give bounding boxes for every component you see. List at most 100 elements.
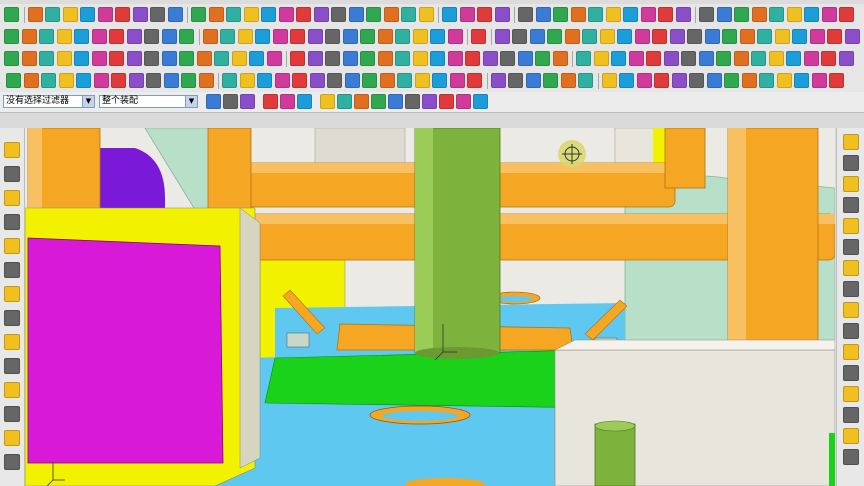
toolbar-tool-icon[interactable] xyxy=(202,29,218,44)
toolbar-tool-icon[interactable] xyxy=(4,7,19,22)
toolbar-tool-icon[interactable] xyxy=(331,7,346,22)
toolbar-tool-icon[interactable] xyxy=(243,7,259,22)
toolbar-tool-icon[interactable] xyxy=(681,51,696,66)
resource-bar-icon[interactable] xyxy=(4,286,20,302)
selection-tool-icon[interactable] xyxy=(240,94,255,109)
toolbar-tool-icon[interactable] xyxy=(21,51,37,66)
toolbar-tool-icon[interactable] xyxy=(547,29,562,44)
toolbar-tool-icon[interactable] xyxy=(827,29,842,44)
toolbar-tool-icon[interactable] xyxy=(272,29,288,44)
resource-bar-icon[interactable] xyxy=(4,214,20,230)
toolbar-tool-icon[interactable] xyxy=(623,7,638,22)
toolbar-tool-icon[interactable] xyxy=(774,29,790,44)
toolbar-tool-icon[interactable] xyxy=(640,7,656,22)
toolbar-tool-icon[interactable] xyxy=(418,7,434,22)
resource-bar-icon[interactable] xyxy=(4,238,20,254)
toolbar-tool-icon[interactable] xyxy=(619,73,634,88)
resource-bar-icon[interactable] xyxy=(843,239,859,255)
selection-tool-icon[interactable] xyxy=(223,94,238,109)
toolbar-tool-icon[interactable] xyxy=(163,73,179,88)
resource-bar-icon[interactable] xyxy=(4,190,20,206)
toolbar-tool-icon[interactable] xyxy=(58,73,74,88)
resource-bar-icon[interactable] xyxy=(843,407,859,423)
toolbar-tool-icon[interactable] xyxy=(576,51,591,66)
toolbar-tool-icon[interactable] xyxy=(296,7,311,22)
toolbar-tool-icon[interactable] xyxy=(786,7,802,22)
toolbar-tool-icon[interactable] xyxy=(395,29,410,44)
toolbar-tool-icon[interactable] xyxy=(76,73,91,88)
toolbar-tool-icon[interactable] xyxy=(146,73,161,88)
toolbar-tool-icon[interactable] xyxy=(362,73,377,88)
toolbar-tool-icon[interactable] xyxy=(412,29,428,44)
resource-bar-icon[interactable] xyxy=(843,302,859,318)
selection-tool-icon[interactable] xyxy=(473,94,488,109)
toolbar-tool-icon[interactable] xyxy=(517,51,533,66)
toolbar-tool-icon[interactable] xyxy=(6,73,21,88)
toolbar-tool-icon[interactable] xyxy=(274,73,290,88)
resource-bar-icon[interactable] xyxy=(4,166,20,182)
toolbar-tool-icon[interactable] xyxy=(601,73,617,88)
selection-tool-icon[interactable] xyxy=(371,94,386,109)
toolbar-tool-icon[interactable] xyxy=(704,29,720,44)
toolbar-tool-icon[interactable] xyxy=(237,29,253,44)
toolbar-tool-icon[interactable] xyxy=(214,51,229,66)
toolbar-tool-icon[interactable] xyxy=(397,73,412,88)
resource-bar-icon[interactable] xyxy=(4,406,20,422)
resource-bar-icon[interactable] xyxy=(843,134,859,150)
toolbar-tool-icon[interactable] xyxy=(261,7,276,22)
selection-tool-icon[interactable] xyxy=(263,94,278,109)
toolbar-tool-icon[interactable] xyxy=(181,73,196,88)
toolbar-tool-icon[interactable] xyxy=(543,73,558,88)
toolbar-tool-icon[interactable] xyxy=(578,73,593,88)
toolbar-tool-icon[interactable] xyxy=(442,7,457,22)
toolbar-tool-icon[interactable] xyxy=(449,73,465,88)
toolbar-tool-icon[interactable] xyxy=(80,7,95,22)
toolbar-tool-icon[interactable] xyxy=(482,51,498,66)
toolbar-tool-icon[interactable] xyxy=(706,73,722,88)
graphics-viewport[interactable] xyxy=(25,128,835,486)
toolbar-tool-icon[interactable] xyxy=(560,73,576,88)
toolbar-tool-icon[interactable] xyxy=(467,73,482,88)
toolbar-tool-icon[interactable] xyxy=(360,51,375,66)
toolbar-tool-icon[interactable] xyxy=(722,29,737,44)
toolbar-tool-icon[interactable] xyxy=(512,29,527,44)
toolbar-tool-icon[interactable] xyxy=(518,7,533,22)
toolbar-tool-icon[interactable] xyxy=(593,51,609,66)
toolbar-tool-icon[interactable] xyxy=(226,7,241,22)
toolbar-tool-icon[interactable] xyxy=(161,29,177,44)
toolbar-tool-icon[interactable] xyxy=(757,29,772,44)
toolbar-tool-icon[interactable] xyxy=(249,51,264,66)
resource-bar-icon[interactable] xyxy=(4,310,20,326)
resource-bar-icon[interactable] xyxy=(4,454,20,470)
toolbar-tool-icon[interactable] xyxy=(191,7,206,22)
selection-tool-icon[interactable] xyxy=(297,94,312,109)
toolbar-tool-icon[interactable] xyxy=(132,7,148,22)
toolbar-tool-icon[interactable] xyxy=(360,29,375,44)
toolbar-tool-icon[interactable] xyxy=(809,29,825,44)
toolbar-tool-icon[interactable] xyxy=(126,51,142,66)
toolbar-tool-icon[interactable] xyxy=(222,73,237,88)
selection-tool-icon[interactable] xyxy=(388,94,403,109)
toolbar-tool-icon[interactable] xyxy=(792,29,807,44)
toolbar-tool-icon[interactable] xyxy=(654,73,669,88)
resource-bar-icon[interactable] xyxy=(843,176,859,192)
toolbar-tool-icon[interactable] xyxy=(39,29,54,44)
toolbar-tool-icon[interactable] xyxy=(821,7,837,22)
toolbar-tool-icon[interactable] xyxy=(447,29,463,44)
selection-tool-icon[interactable] xyxy=(320,94,335,109)
resource-bar-icon[interactable] xyxy=(4,142,20,158)
toolbar-tool-icon[interactable] xyxy=(829,73,844,88)
toolbar-tool-icon[interactable] xyxy=(689,73,704,88)
toolbar-tool-icon[interactable] xyxy=(56,51,72,66)
resource-bar-icon[interactable] xyxy=(4,382,20,398)
toolbar-tool-icon[interactable] xyxy=(804,7,819,22)
toolbar-tool-icon[interactable] xyxy=(179,29,194,44)
toolbar-tool-icon[interactable] xyxy=(724,73,739,88)
toolbar-tool-icon[interactable] xyxy=(430,29,445,44)
toolbar-tool-icon[interactable] xyxy=(430,51,445,66)
toolbar-tool-icon[interactable] xyxy=(552,51,568,66)
toolbar-tool-icon[interactable] xyxy=(401,7,416,22)
toolbar-tool-icon[interactable] xyxy=(699,7,714,22)
toolbar-tool-icon[interactable] xyxy=(257,73,272,88)
toolbar-tool-icon[interactable] xyxy=(553,7,568,22)
